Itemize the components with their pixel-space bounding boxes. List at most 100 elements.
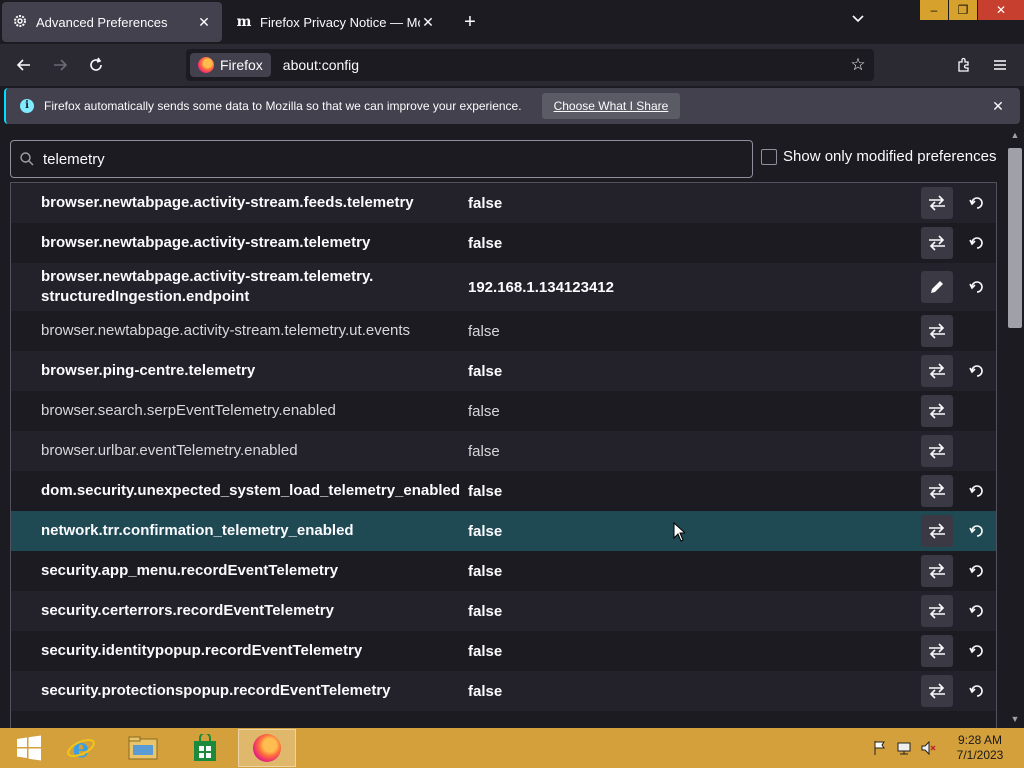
preference-name: dom.security.unexpected_system_load_tele… — [41, 482, 461, 499]
toggle-preference-button[interactable] — [921, 315, 953, 347]
toggle-preference-button[interactable] — [921, 187, 953, 219]
about-config-page: telemetry Show only modified preferences… — [0, 128, 1024, 728]
preference-value: false — [468, 402, 500, 420]
toggle-preference-button[interactable] — [921, 555, 953, 587]
start-button[interactable] — [0, 729, 58, 767]
clock-time: 9:28 AM — [957, 733, 1003, 747]
toggle-arrows-icon — [929, 483, 945, 499]
flag-icon[interactable] — [872, 740, 888, 756]
preference-value: false — [468, 562, 503, 580]
new-tab-button[interactable]: + — [458, 10, 482, 34]
show-modified-checkbox[interactable] — [761, 148, 777, 165]
scroll-down-arrow[interactable]: ▼ — [1006, 712, 1024, 726]
preference-name: security.certerrors.recordEventTelemetry — [41, 602, 334, 619]
toggle-preference-button[interactable] — [921, 395, 953, 427]
toggle-preference-button[interactable] — [921, 227, 953, 259]
preference-row[interactable]: dom.security.unexpected_system_load_tele… — [11, 471, 996, 511]
tab-advanced-preferences[interactable]: Advanced Preferences ✕ — [2, 2, 222, 42]
reset-undo-icon — [969, 525, 983, 537]
preference-row[interactable]: security.app_menu.recordEventTelemetry fa… — [11, 551, 996, 591]
reset-preference-button[interactable] — [961, 595, 993, 627]
close-notification-icon[interactable]: ✕ — [990, 98, 1006, 114]
url-text[interactable]: about:config — [283, 57, 842, 73]
extensions-button[interactable] — [951, 52, 977, 78]
volume-muted-icon[interactable] — [920, 740, 936, 756]
edit-preference-button[interactable] — [921, 271, 953, 303]
store-bag-icon — [194, 734, 216, 761]
taskbar-internet-explorer[interactable]: e — [52, 729, 110, 767]
preference-value: false — [468, 522, 503, 540]
close-tab-icon[interactable]: ✕ — [196, 14, 212, 31]
preference-row[interactable]: browser.urlbar.eventTelemetry.enabled fal… — [11, 431, 996, 471]
toggle-preference-button[interactable] — [921, 355, 953, 387]
page-scrollbar[interactable]: ▲ ▼ — [1006, 128, 1024, 728]
choose-what-i-share-button[interactable]: Choose What I Share — [541, 93, 681, 119]
preference-row[interactable]: network.trr.confirmation_telemetry_enabl… — [11, 511, 996, 551]
reset-preference-button[interactable] — [961, 515, 993, 547]
toggle-preference-button[interactable] — [921, 475, 953, 507]
clock-date: 7/1/2023 — [956, 748, 1004, 762]
close-tab-icon[interactable]: ✕ — [420, 14, 436, 31]
reset-undo-icon — [969, 197, 983, 209]
preference-row[interactable]: browser.newtabpage.activity-stream.telem… — [11, 263, 996, 311]
preference-row[interactable]: security.certerrors.recordEventTelemetry… — [11, 591, 996, 631]
preference-row[interactable]: browser.newtabpage.activity-stream.feeds… — [11, 183, 996, 223]
reset-undo-icon — [969, 645, 983, 657]
preference-row[interactable]: security.protectionspopup.recordEventTel… — [11, 671, 996, 711]
taskbar-store[interactable] — [176, 729, 234, 767]
bookmark-star-icon[interactable]: ☆ — [842, 55, 874, 75]
back-button[interactable] — [11, 52, 37, 78]
preference-row[interactable]: browser.newtabpage.activity-stream.telem… — [11, 223, 996, 263]
hamburger-menu-icon — [994, 60, 1006, 70]
forward-button[interactable] — [47, 52, 73, 78]
preference-row[interactable]: browser.newtabpage.activity-stream.telem… — [11, 311, 996, 351]
preference-search-field[interactable]: telemetry — [10, 140, 753, 178]
reset-preference-button[interactable] — [961, 555, 993, 587]
app-menu-button[interactable] — [987, 52, 1013, 78]
toggle-preference-button[interactable] — [921, 515, 953, 547]
preference-row[interactable]: security.identitypopup.recordEventTeleme… — [11, 631, 996, 671]
tab-strip: Advanced Preferences ✕ m Firefox Privacy… — [0, 0, 1024, 44]
preference-row[interactable]: browser.search.serpEventTelemetry.enable… — [11, 391, 996, 431]
reset-preference-button[interactable] — [961, 271, 993, 303]
tab-privacy-notice[interactable]: m Firefox Privacy Notice — Mozilla ✕ — [226, 2, 446, 42]
preference-value: false — [468, 682, 503, 700]
toggle-preference-button[interactable] — [921, 595, 953, 627]
preference-row[interactable]: browser.ping-centre.telemetry false — [11, 351, 996, 391]
preference-name: browser.newtabpage.activity-stream.telem… — [41, 322, 411, 339]
reset-preference-button[interactable] — [961, 635, 993, 667]
toggle-arrows-icon — [929, 403, 945, 419]
taskbar-firefox[interactable] — [238, 729, 296, 767]
maximize-button[interactable]: ❐ — [949, 0, 977, 20]
preference-name: browser.search.serpEventTelemetry.enable… — [41, 402, 336, 419]
network-icon[interactable] — [896, 740, 912, 756]
scrollbar-thumb[interactable] — [1008, 148, 1022, 328]
identity-box[interactable]: Firefox — [190, 53, 271, 77]
toggle-preference-button[interactable] — [921, 635, 953, 667]
minimize-button[interactable]: – — [920, 0, 948, 20]
preference-name: browser.urlbar.eventTelemetry.enabled — [41, 442, 298, 459]
toggle-arrows-icon — [929, 643, 945, 659]
close-window-button[interactable]: ✕ — [978, 0, 1024, 20]
reset-preference-button[interactable] — [961, 475, 993, 507]
reset-preference-button[interactable] — [961, 187, 993, 219]
reset-preference-button[interactable] — [961, 227, 993, 259]
taskbar-clock[interactable]: 9:28 AM 7/1/2023 — [944, 733, 1016, 763]
reset-undo-icon — [969, 237, 983, 249]
reset-preference-button[interactable] — [961, 675, 993, 707]
preference-name: security.protectionspopup.recordEventTel… — [41, 682, 391, 699]
toggle-preference-button[interactable] — [921, 435, 953, 467]
preference-name: browser.newtabpage.activity-stream.telem… — [41, 234, 371, 251]
url-bar[interactable]: Firefox about:config ☆ — [186, 49, 874, 81]
search-input[interactable]: telemetry — [43, 151, 105, 168]
reload-button[interactable] — [83, 52, 109, 78]
preference-value: false — [468, 602, 503, 620]
taskbar-file-explorer[interactable] — [114, 729, 172, 767]
toggle-preference-button[interactable] — [921, 675, 953, 707]
show-modified-toggle[interactable]: Show only modified preferences — [761, 148, 996, 165]
list-all-tabs-button[interactable] — [846, 10, 870, 34]
reset-preference-button[interactable] — [961, 355, 993, 387]
scroll-up-arrow[interactable]: ▲ — [1006, 128, 1024, 142]
preference-value: 192.168.1.134123412 — [468, 278, 614, 296]
reload-icon — [90, 57, 102, 71]
